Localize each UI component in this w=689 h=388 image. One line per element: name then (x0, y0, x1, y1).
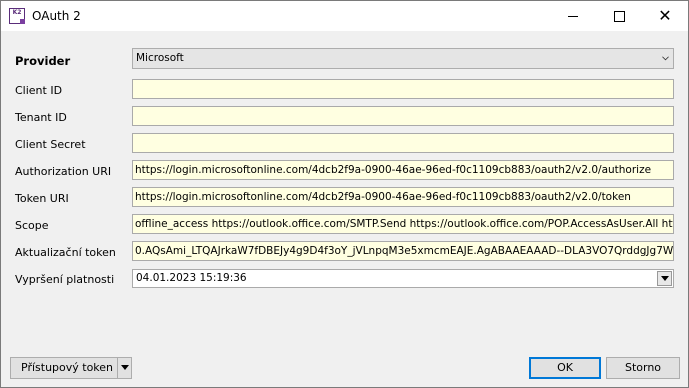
ok-button[interactable]: OK (529, 357, 601, 379)
chevron-down-icon (662, 56, 669, 61)
dropdown-arrow-icon (660, 276, 669, 281)
expiry-datetime-field[interactable]: 04.01.2023 15:19:36 (132, 269, 674, 288)
refresh-token-label: Aktualizační token (15, 246, 116, 259)
client-secret-label: Client Secret (15, 138, 86, 151)
dropdown-arrow-icon (121, 365, 129, 370)
minimize-icon (568, 15, 578, 17)
access-token-dropdown[interactable] (121, 365, 129, 370)
window-title: OAuth 2 (32, 9, 81, 23)
scope-label: Scope (15, 219, 49, 232)
token-uri-field[interactable]: https://login.microsoftonline.com/4dcb2f… (132, 187, 674, 207)
close-button[interactable]: ✕ (642, 1, 688, 31)
expiry-dropdown-button[interactable] (657, 271, 672, 286)
expiry-value: 04.01.2023 15:19:36 (136, 272, 247, 284)
expiry-label: Vypršení platnosti (15, 273, 115, 286)
scope-field[interactable]: offline_access https://outlook.office.co… (132, 214, 674, 234)
title-bar: K2 OAuth 2 ✕ (1, 1, 688, 31)
refresh-token-field[interactable]: 0.AQsAmi_LTQAJrkaW7fDBEJy4g9D4f3oY_jVLnp… (132, 241, 674, 261)
authorization-uri-field[interactable]: https://login.microsoftonline.com/4dcb2f… (132, 160, 674, 180)
close-icon: ✕ (658, 6, 672, 25)
maximize-icon (613, 10, 625, 22)
client-secret-field[interactable] (132, 133, 674, 153)
provider-label: Provider (15, 54, 71, 68)
client-id-field[interactable] (132, 79, 674, 99)
split-divider (117, 358, 118, 378)
access-token-split-button[interactable]: Přístupový token (10, 357, 132, 379)
provider-select[interactable]: Microsoft (132, 48, 674, 69)
token-uri-label: Token URI (15, 192, 69, 205)
tenant-id-label: Tenant ID (15, 111, 67, 124)
access-token-label: Přístupový token (21, 361, 114, 374)
maximize-button[interactable] (596, 1, 642, 31)
oauth2-dialog: K2 OAuth 2 ✕ Provider Microsoft Client I… (0, 0, 689, 388)
authorization-uri-label: Authorization URI (15, 165, 112, 178)
minimize-button[interactable] (550, 1, 596, 31)
app-icon: K2 (9, 8, 25, 24)
cancel-button[interactable]: Storno (606, 357, 680, 379)
client-id-label: Client ID (15, 84, 63, 97)
tenant-id-field[interactable] (132, 106, 674, 126)
provider-value: Microsoft (136, 52, 184, 64)
